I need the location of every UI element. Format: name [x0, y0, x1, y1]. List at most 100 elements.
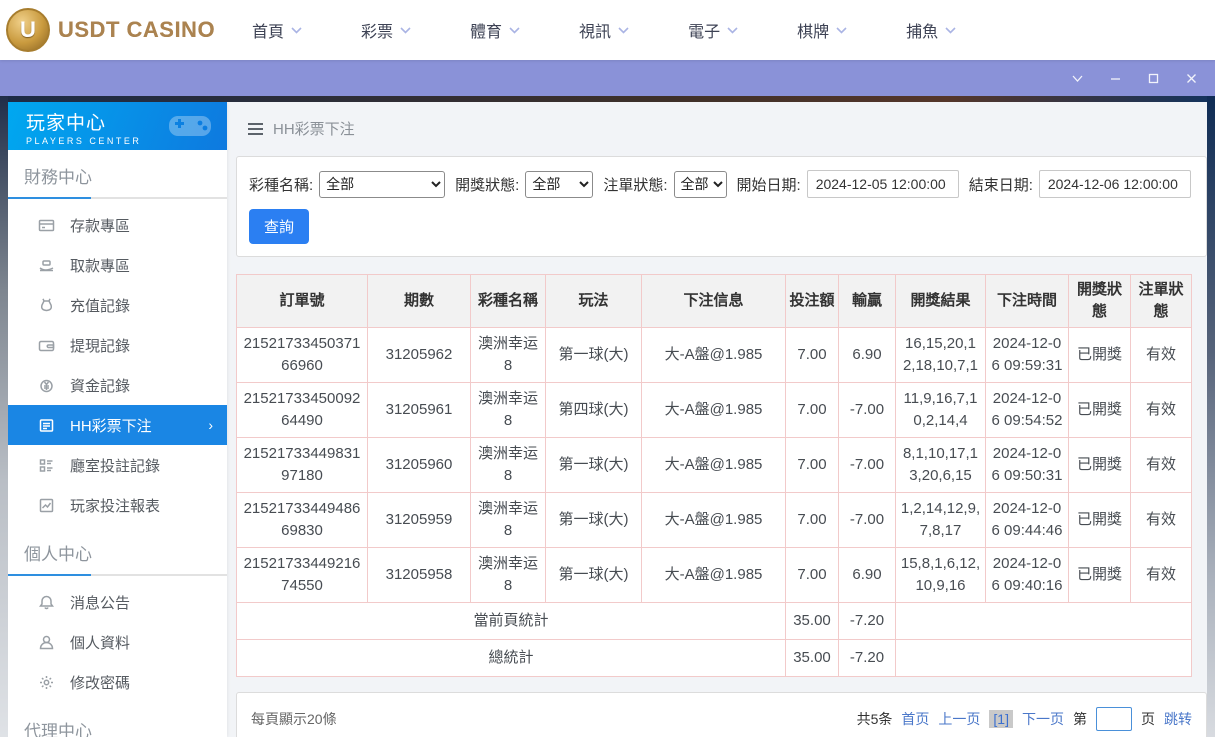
- nav-item-home[interactable]: 首頁: [252, 18, 302, 42]
- nav-label: 彩票: [361, 24, 394, 41]
- table-cell: 2152173345009264490: [236, 381, 368, 438]
- section-underline: [8, 574, 227, 576]
- sidebar-item-withdrawal-record[interactable]: 提現記錄: [8, 325, 227, 365]
- table-cell: 第一球(大): [545, 436, 642, 493]
- table-cell: 2024-12-06 09:40:16: [985, 546, 1069, 603]
- app-window: U USDT CASINO 首頁 彩票 體育 視訊 電子 棋牌 捕魚 玩家中心 …: [0, 0, 1215, 737]
- table-cell: 有效: [1130, 381, 1192, 438]
- filter-panel: 彩種名稱: 全部 開獎狀態: 全部 注單狀態: 全部 開始日期: 結束日期: 查…: [236, 156, 1207, 257]
- sidebar-item-recharge-record[interactable]: 充值記錄: [8, 285, 227, 325]
- nav-label: 電子: [688, 24, 721, 41]
- desktop-edge-right: [1207, 96, 1215, 737]
- summary-cell: 35.00: [785, 601, 839, 640]
- nav-label: 棋牌: [797, 24, 830, 41]
- table-row: 2152173344948669830 31205959 澳洲幸运8 第一球(大) 大-…: [236, 491, 1192, 548]
- sidebar-section-personal: 個人中心 消息公告 個人資料 修改密碼: [8, 527, 227, 704]
- window-minimize-button[interactable]: [1107, 70, 1123, 86]
- sidebar: 玩家中心 PLAYERS CENTER 財務中心 存款專區 取款專區 充值記錄 …: [8, 102, 227, 737]
- table-cell: 7.00: [785, 546, 839, 603]
- table-cell: 第四球(大): [545, 381, 642, 438]
- bets-table: 訂單號 期數 彩種名稱 玩法 下注信息 投注額 輸贏 開獎結果 下注時間 開獎狀態 注單狀態 215…: [236, 274, 1192, 677]
- end-date-input[interactable]: [1038, 170, 1191, 198]
- sidebar-item-label: 廳室投註記錄: [70, 457, 161, 475]
- nav-item-sports[interactable]: 體育: [470, 18, 520, 42]
- summary-cell: -7.20: [838, 638, 896, 677]
- sidebar-item-profile[interactable]: 個人資料: [8, 622, 227, 662]
- table-cell: 有效: [1130, 491, 1192, 548]
- table-header-cell: 下注時間: [985, 274, 1069, 328]
- table-cell: 有效: [1130, 326, 1192, 383]
- table-cell: 已開獎: [1068, 546, 1131, 603]
- main-content: HH彩票下注 彩種名稱: 全部 開獎狀態: 全部 注單狀態: 全部 開始日期: …: [236, 102, 1207, 737]
- table-cell: 8,1,10,17,13,20,6,15: [895, 436, 986, 493]
- table-row: 2152173344921674550 31205958 澳洲幸运8 第一球(大) 大-…: [236, 546, 1192, 603]
- sidebar-section-agent: 代理中心: [8, 704, 227, 737]
- section-underline: [8, 197, 227, 199]
- draw-status-select[interactable]: 全部: [525, 170, 594, 198]
- table-cell: 2024-12-06 09:59:31: [985, 326, 1069, 383]
- desktop-edge-left: [0, 96, 8, 737]
- summary-cell: 35.00: [785, 638, 839, 677]
- start-date-label: 開始日期:: [736, 176, 801, 194]
- table-cell: 第一球(大): [545, 326, 642, 383]
- sidebar-item-room-bet-record[interactable]: 廳室投註記錄: [8, 445, 227, 485]
- table-cell: 15,8,1,6,12,10,9,16: [895, 546, 986, 603]
- chevron-down-icon: [509, 26, 520, 34]
- breadcrumb: HH彩票下注: [248, 118, 1207, 139]
- jump-page-input[interactable]: [1096, 706, 1132, 731]
- table-cell: 澳洲幸运8: [470, 546, 546, 603]
- nav-item-lottery[interactable]: 彩票: [361, 18, 411, 42]
- next-page-link[interactable]: 下一页: [1022, 709, 1064, 729]
- summary-cell: 總統計: [236, 638, 786, 677]
- table-cell: 31205958: [367, 546, 471, 603]
- nav-item-slots[interactable]: 電子: [688, 18, 738, 42]
- sidebar-item-player-report[interactable]: 玩家投注報表: [8, 485, 227, 525]
- sidebar-item-announcements[interactable]: 消息公告: [8, 582, 227, 622]
- table-cell: 6.90: [838, 326, 896, 383]
- jump-go-link[interactable]: 跳转: [1164, 709, 1192, 729]
- table-row: 2152173344983197180 31205960 澳洲幸运8 第一球(大) 大-…: [236, 436, 1192, 493]
- section-title: 代理中心: [24, 722, 92, 737]
- sidebar-item-label: 玩家投注報表: [70, 497, 161, 515]
- nav-item-fishing[interactable]: 捕魚: [906, 18, 956, 42]
- site-logo[interactable]: U USDT CASINO: [6, 8, 215, 52]
- nav-label: 首頁: [252, 24, 285, 41]
- window-maximize-button[interactable]: [1145, 70, 1161, 86]
- chevron-down-icon: [945, 26, 956, 34]
- lottery-name-select[interactable]: 全部: [319, 170, 446, 198]
- table-cell: 有效: [1130, 436, 1192, 493]
- nav-item-live[interactable]: 視訊: [579, 18, 629, 42]
- sidebar-item-deposit[interactable]: 存款專區: [8, 205, 227, 245]
- sidebar-item-withdraw[interactable]: 取款專區: [8, 245, 227, 285]
- table-cell: 大-A盤@1.985: [641, 491, 786, 548]
- table-head-row: 訂單號 期數 彩種名稱 玩法 下注信息 投注額 輸贏 開獎結果 下注時間 開獎狀態 注單狀態: [236, 274, 1192, 328]
- start-date-input[interactable]: [806, 170, 959, 198]
- draw-status-label: 開獎狀態:: [455, 176, 520, 194]
- sidebar-item-label: 個人資料: [70, 634, 131, 652]
- hamburger-icon[interactable]: [248, 122, 263, 135]
- nav-item-cards[interactable]: 棋牌: [797, 18, 847, 42]
- usdt-coin-icon: U: [6, 8, 50, 52]
- table-header-cell: 注單狀態: [1130, 274, 1192, 328]
- sidebar-item-funds-record[interactable]: 資金記錄: [8, 365, 227, 405]
- prev-page-link[interactable]: 上一页: [938, 709, 980, 729]
- page-title: HH彩票下注: [273, 121, 355, 138]
- table-cell: 大-A盤@1.985: [641, 326, 786, 383]
- table-header-cell: 訂單號: [236, 274, 368, 328]
- order-status-select[interactable]: 全部: [673, 170, 727, 198]
- total-summary-row: 總統計 35.00 -7.20: [236, 638, 1192, 677]
- nav-label: 視訊: [579, 24, 612, 41]
- window-close-button[interactable]: [1183, 70, 1199, 86]
- table-cell: 第一球(大): [545, 491, 642, 548]
- sidebar-item-hh-lottery-bets[interactable]: HH彩票下注 ›: [8, 405, 227, 445]
- summary-cell: [895, 601, 1192, 640]
- total-count-label: 共5条: [856, 710, 893, 727]
- table-cell: 31205959: [367, 491, 471, 548]
- query-button[interactable]: 查詢: [249, 209, 310, 244]
- table-cell: 大-A盤@1.985: [641, 436, 786, 493]
- first-page-link[interactable]: 首页: [901, 709, 929, 729]
- per-page-label: 每頁顯示20條: [251, 710, 337, 727]
- table-cell: 大-A盤@1.985: [641, 381, 786, 438]
- window-dropdown-button[interactable]: [1069, 70, 1085, 86]
- sidebar-item-change-password[interactable]: 修改密碼: [8, 662, 227, 702]
